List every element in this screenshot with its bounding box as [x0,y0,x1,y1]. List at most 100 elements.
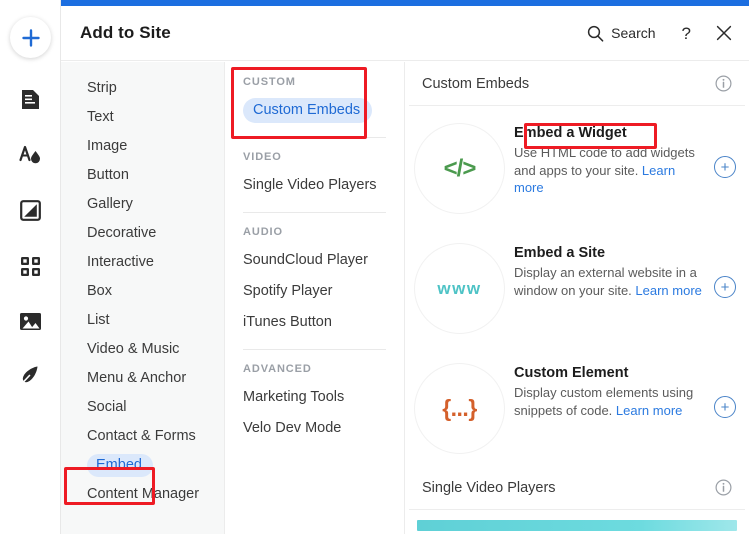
learn-more-link[interactable]: Learn more [635,283,701,298]
category-item[interactable]: Image [61,132,224,161]
learn-more-link[interactable]: Learn more [616,403,682,418]
card-thumbnail: </> [415,124,504,213]
category-item-label: Button [87,167,129,183]
pen-nib-glyph [22,366,38,383]
search-label: Search [611,25,656,41]
background-glyph [20,200,41,221]
card-body: Custom Element Display custom elements us… [514,360,708,419]
accent-top-bar [61,0,749,6]
info-glyph [715,75,732,92]
category-item[interactable]: Gallery [61,190,224,219]
category-item-label: Box [87,283,112,299]
category-item[interactable]: Embed [61,451,224,480]
subcategory-item-label: Velo Dev Mode [243,420,342,436]
divider [243,349,386,350]
header-actions: Search ? [587,25,749,42]
plus-icon [21,28,40,47]
category-item-label: Interactive [87,254,154,270]
pages-icon[interactable] [16,85,45,114]
card-thumbnail: {...} [415,364,504,453]
subcategory-item-label: SoundCloud Player [243,252,368,268]
subcategory-item[interactable]: Single Video Players [225,170,404,201]
media-glyph [20,313,41,330]
section-header-single-video-players: Single Video Players [409,466,745,510]
next-section-title: Single Video Players [422,479,556,496]
category-item[interactable]: Decorative [61,219,224,248]
card-body: Embed a Widget Use HTML code to add widge… [514,120,708,197]
subcategory-item-label: Marketing Tools [243,389,345,405]
subcategory-item[interactable]: iTunes Button [225,307,404,338]
info-icon[interactable] [715,75,732,92]
info-glyph-2 [715,479,732,496]
category-item[interactable]: Contact & Forms [61,422,224,451]
category-item[interactable]: Content Manager [61,480,224,509]
search-icon [588,25,604,42]
subcategory-group-title: AUDIO [243,226,283,238]
card-description: Display custom elements using snippets o… [514,384,708,419]
category-list: Strip Text Image Button Gallery Decorative Int… [61,62,225,534]
panel-header: Add to Site Search ? [61,6,749,61]
embed-card[interactable]: www Embed a Site Display an external websi… [405,226,749,346]
category-item[interactable]: Strip [61,74,224,103]
category-item-label: Embed [87,454,153,477]
left-icon-rail [0,0,61,534]
subcategory-list: CUSTOM Custom Embeds VIDEO Single Video Pla… [225,62,405,534]
subcategory-item-label: iTunes Button [243,314,332,330]
apps-icon[interactable] [16,252,45,281]
subcategory-group-title: VIDEO [243,151,282,163]
add-plus-button[interactable] [10,17,51,58]
video-player-preview-bar [417,520,737,531]
category-item-label: Gallery [87,196,133,212]
category-item[interactable]: Text [61,103,224,132]
category-item[interactable]: Video & Music [61,335,224,364]
category-item[interactable]: Menu & Anchor [61,364,224,393]
subcategory-group-title: CUSTOM [243,76,296,88]
curly-braces-icon: {...} [442,395,477,421]
theme-icon[interactable] [16,140,45,169]
card-description: Display an external website in a window … [514,264,708,299]
category-item[interactable]: Button [61,161,224,190]
divider [243,212,386,213]
media-icon[interactable] [16,307,45,336]
category-item[interactable]: Social [61,393,224,422]
category-item-label: Menu & Anchor [87,370,187,386]
category-item-label: Contact & Forms [87,428,196,444]
subcategory-item[interactable]: SoundCloud Player [225,245,404,276]
add-element-button[interactable]: + [714,276,736,298]
section-title: Custom Embeds [422,75,530,92]
category-item[interactable]: List [61,306,224,335]
section-header-custom-embeds: Custom Embeds [409,62,745,106]
category-item-label: Text [87,109,114,125]
pages-glyph [22,90,39,109]
subcategory-item[interactable]: Marketing Tools [225,382,404,413]
subcategory-item[interactable]: Velo Dev Mode [225,413,404,444]
background-icon[interactable] [16,196,45,225]
category-item[interactable]: Interactive [61,248,224,277]
category-item-label: Video & Music [87,341,180,357]
category-item-label: Strip [87,80,117,96]
close-button[interactable] [716,25,732,41]
card-thumbnail: www [415,244,504,333]
embed-card[interactable]: </> Embed a Widget Use HTML code to add wi… [405,106,749,226]
subcategory-item-label: Single Video Players [243,177,377,193]
www-icon: www [437,278,482,298]
info-icon-2[interactable] [715,479,732,496]
category-item-label: Decorative [87,225,157,241]
blog-icon[interactable] [16,360,45,389]
close-icon [716,25,732,41]
subcategory-group-title: ADVANCED [243,363,312,375]
subcategory-item-label: Spotify Player [243,283,333,299]
embed-card-list: </> Embed a Widget Use HTML code to add wi… [405,106,749,466]
card-body: Embed a Site Display an external website … [514,240,708,299]
add-element-button[interactable]: + [714,396,736,418]
code-icon: </> [443,154,477,182]
subcategory-item[interactable]: Custom Embeds [225,95,404,126]
search-button[interactable]: Search [587,25,656,42]
subcategory-item[interactable]: Spotify Player [225,276,404,307]
embed-card[interactable]: {...} Custom Element Display custom elemen… [405,346,749,466]
add-element-button[interactable]: + [714,156,736,178]
category-item-label: List [87,312,110,328]
help-button[interactable]: ? [682,25,691,42]
category-item[interactable]: Box [61,277,224,306]
page-title: Add to Site [80,23,171,42]
